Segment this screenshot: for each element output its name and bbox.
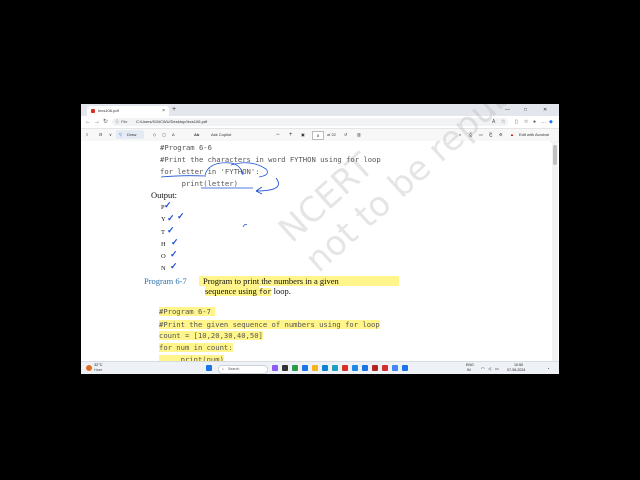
- ink-underline: [160, 175, 207, 178]
- weather-desc: Haze: [94, 368, 103, 372]
- check-mark-icon: ✓: [170, 249, 178, 259]
- app-icon[interactable]: [362, 365, 368, 371]
- profile-icon[interactable]: ●: [533, 117, 536, 127]
- close-window-button[interactable]: ✕: [543, 104, 547, 116]
- taskbar-search[interactable]: ⌕ Search: [218, 365, 268, 374]
- maximize-button[interactable]: □: [524, 104, 527, 116]
- tab-pdf[interactable]: Iecs106.pdf ×: [87, 106, 169, 116]
- program-6-7-label: Program 6-7: [144, 276, 187, 286]
- check-mark-icon: ✓: [167, 225, 175, 235]
- read-aloud-pdf-icon[interactable]: A: [172, 129, 175, 141]
- output-char: O: [161, 253, 166, 260]
- pdf-page: NCERT not to be republished #Program 6-6…: [81, 104, 559, 364]
- check-mark-icon: ✓: [167, 213, 175, 223]
- check-mark-icon: ✓: [177, 211, 185, 221]
- description-line-2: sequence using for loop.: [199, 286, 399, 296]
- info-icon[interactable]: ⓘ: [115, 118, 119, 126]
- output-label: Output:: [151, 190, 177, 200]
- ink-arc: [204, 162, 244, 176]
- split-screen-icon[interactable]: ▯: [515, 117, 518, 127]
- code-line: for num in count:: [159, 343, 233, 352]
- add-text-icon[interactable]: ▢: [162, 129, 166, 141]
- task-view-icon[interactable]: [282, 365, 288, 371]
- check-mark-icon: ✓: [164, 200, 172, 210]
- weather-temp[interactable]: 32°C: [94, 363, 102, 367]
- edge-icon[interactable]: [302, 365, 308, 371]
- output-char: Y: [161, 216, 166, 223]
- check-mark-icon: ✓: [170, 261, 178, 271]
- back-icon[interactable]: ←: [85, 117, 91, 127]
- page-number-input[interactable]: 8: [312, 131, 324, 140]
- code-line: #Program 6-7: [159, 307, 215, 316]
- favorites-icon[interactable]: ✩: [524, 117, 528, 127]
- pdf-file-icon: [91, 109, 95, 113]
- url-scheme: File: [121, 119, 128, 124]
- pen-icon[interactable]: ∨: [109, 129, 112, 141]
- tab-close-icon[interactable]: ×: [162, 106, 165, 116]
- output-char: N: [161, 265, 166, 272]
- clock-date[interactable]: 07-06-2024: [507, 368, 525, 372]
- taskbar: 32°C Haze ⌕ Search ENG IN ◠ ◁ ▭ 10:50 07…: [81, 361, 559, 374]
- description-keyword: for: [258, 288, 272, 296]
- widget-icon[interactable]: [292, 365, 298, 371]
- erase-icon[interactable]: ◇: [153, 129, 156, 141]
- wifi-icon[interactable]: ◠: [481, 366, 485, 371]
- settings-icon[interactable]: ⚙: [499, 129, 503, 141]
- vertical-scrollbar[interactable]: [552, 141, 558, 361]
- copilot-icon[interactable]: ◆: [549, 117, 553, 127]
- highlight-icon[interactable]: ⊟: [99, 129, 102, 141]
- output-char: T: [161, 229, 165, 236]
- chrome-icon[interactable]: [392, 365, 398, 371]
- browser-window: Iecs106.pdf × + — □ ✕ ← → ↻ ⓘ File C:/Us…: [81, 104, 559, 374]
- draw-button[interactable]: ▽ Draw: [116, 130, 144, 139]
- notification-icon[interactable]: ◔: [547, 366, 549, 371]
- contents-menu-icon[interactable]: ≡: [86, 129, 88, 141]
- rotate-icon[interactable]: ↺: [344, 129, 347, 141]
- clock-time[interactable]: 10:50: [514, 363, 523, 367]
- search-placeholder: Search: [228, 367, 240, 371]
- scroll-thumb[interactable]: [553, 145, 557, 165]
- volume-icon[interactable]: ◁: [488, 366, 491, 371]
- app-icon[interactable]: [402, 365, 408, 371]
- ask-copilot-button[interactable]: Ask Copilot: [211, 129, 231, 141]
- file-explorer-icon[interactable]: [312, 365, 318, 371]
- language-indicator[interactable]: ENG: [466, 363, 474, 367]
- edge-taskbar-icon[interactable]: [332, 365, 338, 371]
- windows-start-icon[interactable]: [206, 365, 212, 371]
- draw-label: Draw: [127, 132, 137, 137]
- code-line: count = [10,20,30,40,50]: [159, 331, 263, 340]
- more-icon[interactable]: …: [541, 117, 546, 127]
- mcafee-icon[interactable]: [342, 365, 348, 371]
- store-icon[interactable]: [322, 365, 328, 371]
- check-mark-icon: ✓: [171, 237, 179, 247]
- dropbox-icon[interactable]: [352, 365, 358, 371]
- description-text: sequence using: [205, 286, 259, 296]
- url-text[interactable]: C:/Users/91NCWU/Desktop/Iecs106.pdf: [136, 118, 207, 126]
- search-icon: ⌕: [222, 367, 225, 371]
- fit-page-icon[interactable]: ▣: [301, 129, 305, 141]
- program-6-7-description: Program to print the numbers in a given …: [199, 276, 399, 296]
- acrobat-icon: ▲: [510, 132, 514, 137]
- ai-icon: Ab: [194, 132, 200, 137]
- code-line: #Print the given sequence of numbers usi…: [159, 320, 380, 329]
- app-icon[interactable]: [372, 365, 378, 371]
- ink-mark: [242, 223, 248, 228]
- reload-icon[interactable]: ↻: [103, 117, 108, 127]
- page-total: of 22: [327, 132, 336, 137]
- description-text: loop.: [271, 286, 291, 296]
- zoom-out-button[interactable]: −: [276, 129, 280, 141]
- weather-icon[interactable]: [86, 365, 92, 371]
- description-line-1: Program to print the numbers in a given: [199, 276, 399, 286]
- copilot-taskbar-icon[interactable]: [272, 365, 278, 371]
- language-region: IN: [467, 368, 471, 372]
- tab-title: Iecs106.pdf: [98, 108, 119, 113]
- pdf-app-icon[interactable]: [382, 365, 388, 371]
- output-char: H: [161, 241, 166, 248]
- draw-icon: ▽: [119, 132, 123, 137]
- zoom-in-button[interactable]: +: [289, 129, 293, 141]
- edit-with-acrobat-button[interactable]: Edit with Acrobat: [519, 129, 549, 141]
- battery-icon[interactable]: ▭: [495, 366, 499, 371]
- new-tab-button[interactable]: +: [172, 105, 176, 115]
- forward-icon[interactable]: →: [94, 117, 100, 127]
